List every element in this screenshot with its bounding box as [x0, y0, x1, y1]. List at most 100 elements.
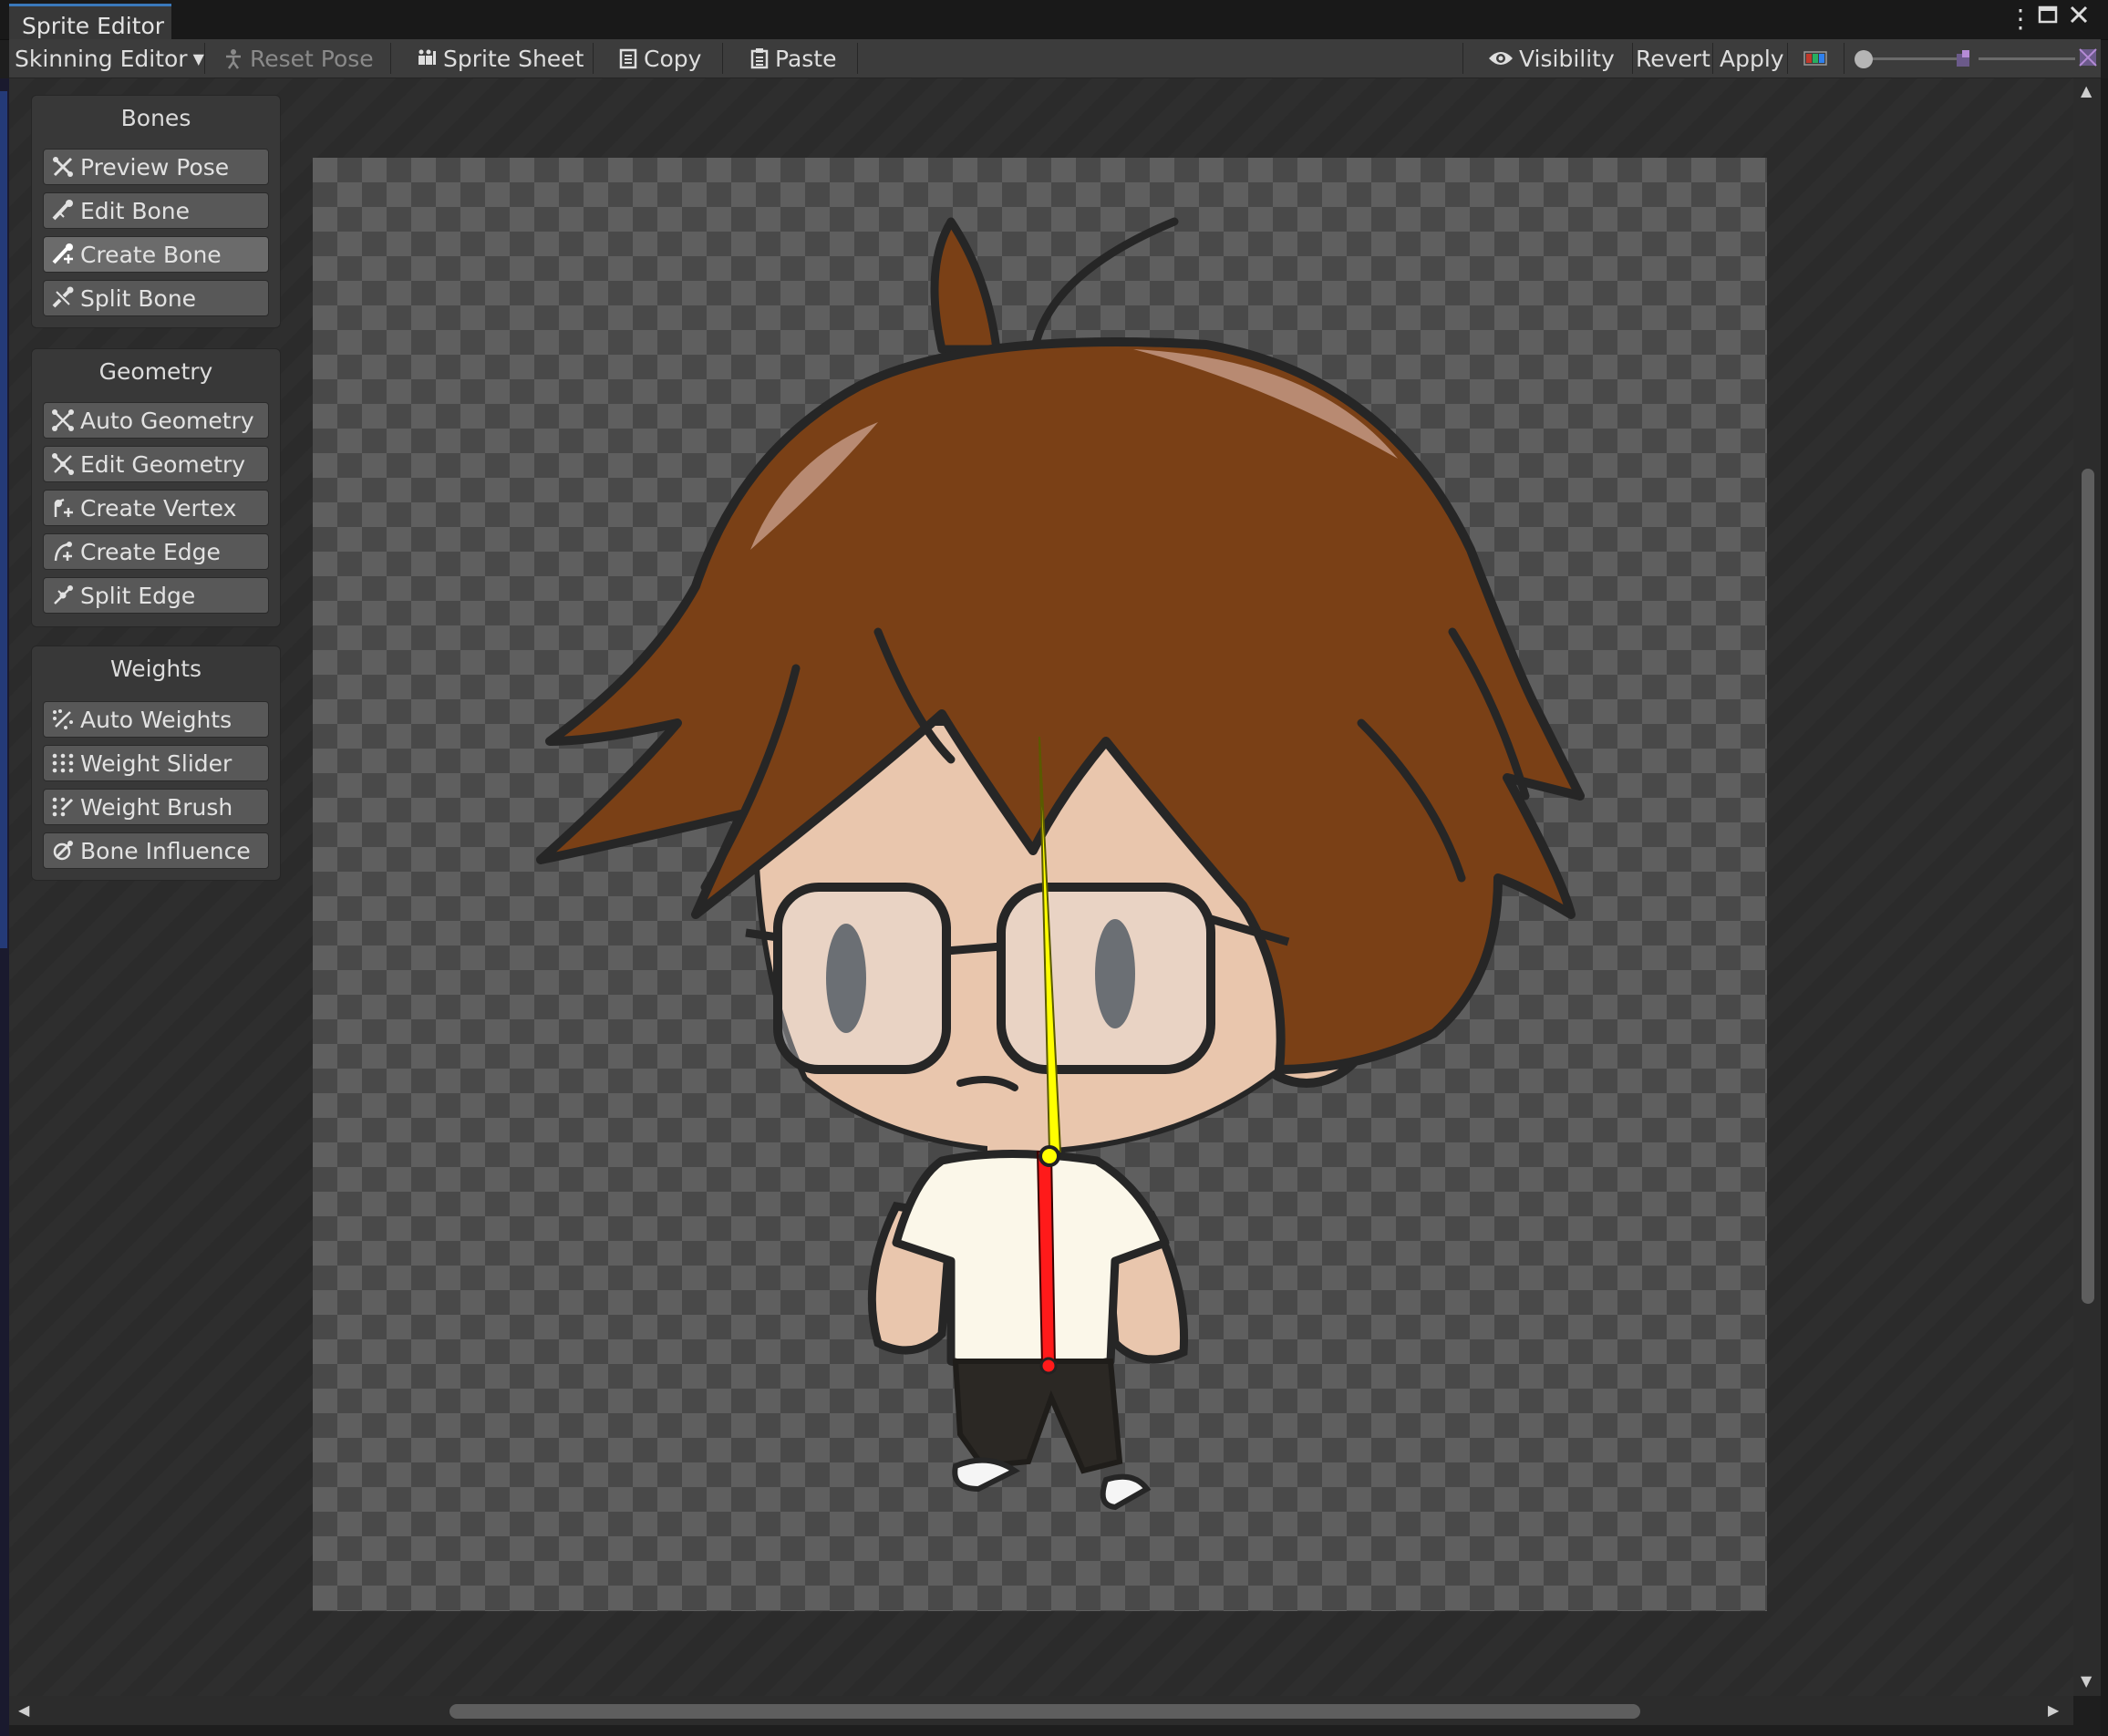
scroll-down-arrow-icon[interactable]: ▼	[2081, 1674, 2092, 1689]
kebab-menu-icon[interactable]: ⋮	[2008, 5, 2033, 33]
toolbar-divider	[390, 43, 391, 74]
auto-weights-button[interactable]: Auto Weights	[43, 701, 269, 738]
edit-geometry-button[interactable]: Edit Geometry	[43, 446, 269, 482]
preview-pose-icon	[53, 157, 73, 177]
zoom-slider[interactable]	[1855, 39, 1964, 78]
paste-label: Paste	[775, 45, 837, 72]
geometry-panel-title: Geometry	[98, 358, 213, 385]
vertical-scroll-thumb[interactable]	[2082, 469, 2094, 1304]
paste-button[interactable]: Paste	[749, 39, 836, 78]
zoom-slider-track	[1862, 57, 1964, 60]
revert-button[interactable]: Revert	[1636, 39, 1710, 78]
sprite-editor-tab[interactable]: Sprite Editor	[9, 4, 171, 39]
create-edge-icon	[54, 542, 72, 562]
scroll-up-arrow-icon[interactable]: ▲	[2081, 84, 2092, 98]
weight-brush-button[interactable]: Weight Brush	[43, 789, 269, 825]
mip-slider[interactable]	[1979, 39, 2088, 78]
mode-dropdown[interactable]: Skinning Editor ▼	[15, 39, 204, 78]
weights-panel: Weights Auto Weights Weight Slider Weigh…	[31, 646, 281, 881]
create-vertex-icon	[54, 498, 73, 517]
split-bone-icon	[52, 286, 74, 308]
reset-pose-label: Reset Pose	[250, 45, 374, 72]
edit-bone-button[interactable]: Edit Bone	[43, 192, 269, 229]
toolbar-divider	[1787, 43, 1788, 74]
create-vertex-button[interactable]: Create Vertex	[43, 490, 269, 526]
window-tab-label: Sprite Editor	[22, 13, 165, 39]
tool-label: Create Bone	[80, 241, 222, 268]
bone-tip-joint[interactable]	[1039, 1357, 1058, 1375]
paste-icon	[750, 48, 769, 69]
eye-icon	[1489, 52, 1513, 65]
copy-icon	[619, 48, 637, 69]
adjacent-panel-highlight	[0, 91, 7, 948]
auto-geometry-button[interactable]: Auto Geometry	[43, 402, 269, 439]
horizontal-scroll-thumb[interactable]	[450, 1704, 1640, 1719]
bone-influence-icon	[53, 841, 73, 861]
tool-label: Weight Slider	[80, 749, 232, 777]
edit-bone-icon	[52, 200, 73, 221]
tool-label: Create Vertex	[80, 494, 237, 522]
preview-pose-button[interactable]: Preview Pose	[43, 149, 269, 185]
tool-label: Preview Pose	[80, 153, 230, 181]
mip-level-icon	[1955, 48, 1977, 72]
toolbar-divider	[1712, 43, 1713, 74]
character-sprite[interactable]	[313, 158, 1767, 1611]
split-edge-icon	[54, 585, 73, 604]
auto-geometry-icon	[52, 409, 74, 431]
split-bone-button[interactable]: Split Bone	[43, 280, 269, 316]
sprite-sheet-icon	[418, 49, 436, 65]
mip-slider-track	[1979, 57, 2075, 60]
bone-influence-button[interactable]: Bone Influence	[43, 832, 269, 869]
revert-label: Revert	[1636, 45, 1710, 72]
mode-dropdown-label: Skinning Editor	[15, 45, 188, 72]
tool-label: Edit Bone	[80, 197, 191, 224]
toolbar-divider	[1632, 43, 1633, 74]
chevron-down-icon: ▼	[192, 49, 204, 67]
rgb-channel-icon[interactable]	[1803, 39, 1827, 78]
create-edge-button[interactable]: Create Edge	[43, 533, 269, 570]
split-edge-button[interactable]: Split Edge	[43, 577, 269, 614]
create-bone-button[interactable]: Create Bone	[43, 236, 269, 273]
tool-label: Auto Weights	[80, 706, 232, 733]
toolbar-divider	[593, 43, 594, 74]
horizontal-scrollbar[interactable]: ◀ ▶	[9, 1696, 2073, 1725]
bones-panel: Bones Preview Pose Edit Bone Create Bone…	[31, 95, 281, 328]
toolbar-divider	[722, 43, 723, 74]
scroll-left-arrow-icon[interactable]: ◀	[18, 1703, 29, 1718]
visibility-button[interactable]: Visibility	[1488, 39, 1615, 78]
reset-pose-button[interactable]: Reset Pose	[222, 39, 374, 78]
bone-root-joint[interactable]	[1038, 1145, 1060, 1167]
tool-label: Create Edge	[80, 538, 221, 565]
close-icon[interactable]	[2068, 4, 2090, 31]
apply-button[interactable]: Apply	[1720, 39, 1784, 78]
tool-label: Split Edge	[80, 582, 196, 609]
reset-pose-icon	[226, 49, 241, 69]
weights-panel-title: Weights	[109, 656, 202, 682]
visibility-label: Visibility	[1519, 45, 1615, 72]
weight-slider-icon	[52, 753, 74, 773]
weight-brush-icon	[52, 797, 74, 817]
sprite-sheet-label: Sprite Sheet	[443, 45, 584, 72]
toolbar: Skinning Editor ▼ Reset Pose Sprite Shee…	[9, 39, 2101, 78]
tool-label: Edit Geometry	[80, 450, 246, 478]
maximize-icon[interactable]	[2037, 4, 2059, 31]
toolbar-divider	[1462, 43, 1463, 74]
tool-label: Bone Influence	[80, 837, 251, 864]
geometry-panel: Geometry Auto Geometry Edit Geometry Cre…	[31, 348, 281, 627]
apply-label: Apply	[1720, 45, 1784, 72]
sprite-sheet-button[interactable]: Sprite Sheet	[416, 39, 584, 78]
auto-weights-icon	[53, 709, 73, 729]
edit-geometry-icon	[52, 453, 74, 475]
tool-label: Weight Brush	[80, 793, 233, 821]
adjacent-panel-edge-right	[2101, 78, 2108, 1736]
zoom-slider-handle[interactable]	[1855, 50, 1873, 68]
toolbar-divider	[857, 43, 858, 74]
scroll-right-arrow-icon[interactable]: ▶	[2048, 1703, 2059, 1718]
weight-slider-button[interactable]: Weight Slider	[43, 745, 269, 781]
mip-max-icon	[2079, 48, 2097, 70]
copy-button[interactable]: Copy	[618, 39, 701, 78]
vertical-scrollbar[interactable]: ▲ ▼	[2073, 78, 2101, 1696]
create-bone-icon	[52, 243, 73, 264]
tool-label: Auto Geometry	[80, 407, 254, 434]
bones-panel-title: Bones	[120, 105, 191, 131]
